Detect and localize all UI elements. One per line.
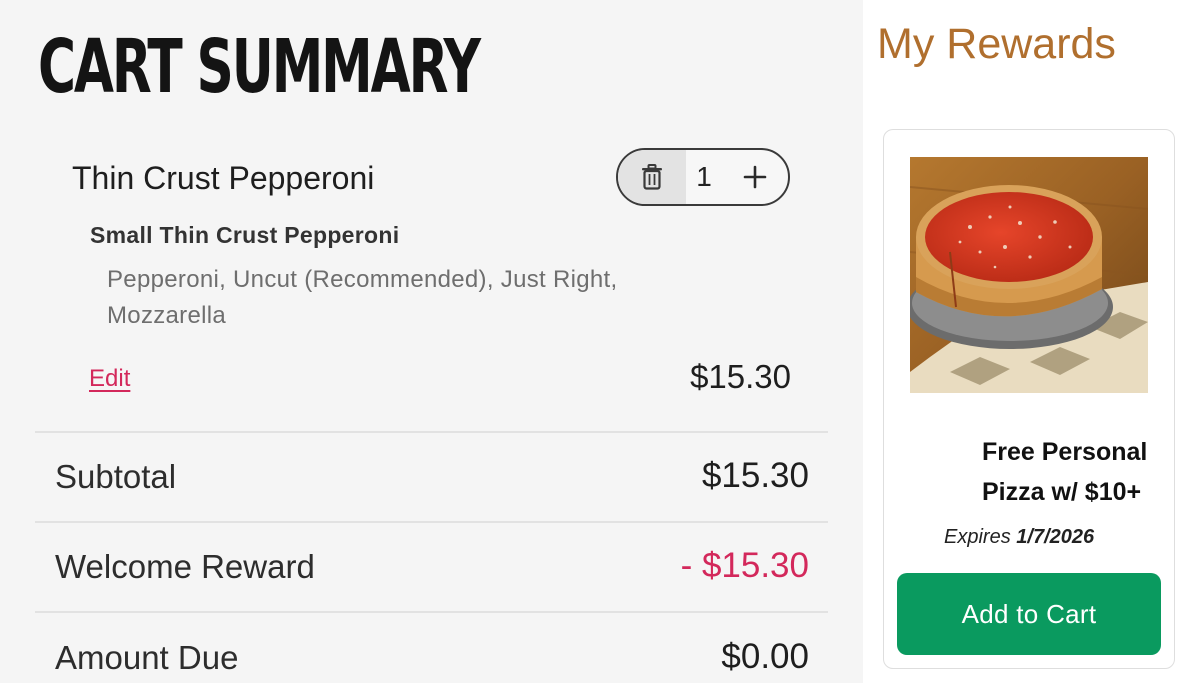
edit-item-link[interactable]: Edit [89,365,130,393]
quantity-stepper: 1 [616,148,790,206]
cart-summary-title: CART SUMMARY [38,24,481,110]
welcome-reward-value: - $15.30 [680,546,809,585]
divider [35,611,828,613]
subtotal-value: $15.30 [701,456,809,495]
cart-item-name: Thin Crust Pepperoni [72,160,375,196]
amount-due-value: $0.00 [721,637,809,676]
cart-item-variant: Small Thin Crust Pepperoni [90,222,400,248]
remove-item-button[interactable] [618,150,686,204]
reward-expiration: Expires 1/7/2026 [944,526,1094,549]
reward-title-text: Free Personal Pizza w/ $10+ [982,438,1148,506]
cart-summary-panel: CART SUMMARY Thin Crust Pepperoni 1 Smal… [0,0,863,683]
divider [35,431,828,433]
trash-icon [642,164,662,190]
increase-quantity-button[interactable] [722,150,788,204]
cart-item-price: $15.30 [690,358,791,395]
quantity-value: 1 [696,161,712,192]
expires-date: 1/7/2026 [1016,526,1095,548]
rewards-title: My Rewards [877,20,1116,68]
reward-title: Free Personal Pizza w/ $10+ [982,432,1157,512]
deep-dish-pizza-photo [910,157,1148,393]
page: CART SUMMARY Thin Crust Pepperoni 1 Smal… [0,0,1200,683]
plus-icon [743,165,767,189]
rewards-panel: My Rewards Free Personal Pizza w/ $10+ E… [863,0,1200,683]
divider [35,521,828,523]
pizza-image-icon [910,157,1148,393]
subtotal-label: Subtotal [55,458,177,495]
cart-item-options: Pepperoni, Uncut (Recommended), Just Rig… [107,266,618,329]
add-to-cart-button[interactable]: Add to Cart [897,573,1161,655]
amount-due-label: Amount Due [55,639,239,676]
welcome-reward-label: Welcome Reward [55,548,315,585]
expires-label: Expires [944,526,1011,548]
reward-card: Free Personal Pizza w/ $10+ Expires 1/7/… [883,129,1175,669]
